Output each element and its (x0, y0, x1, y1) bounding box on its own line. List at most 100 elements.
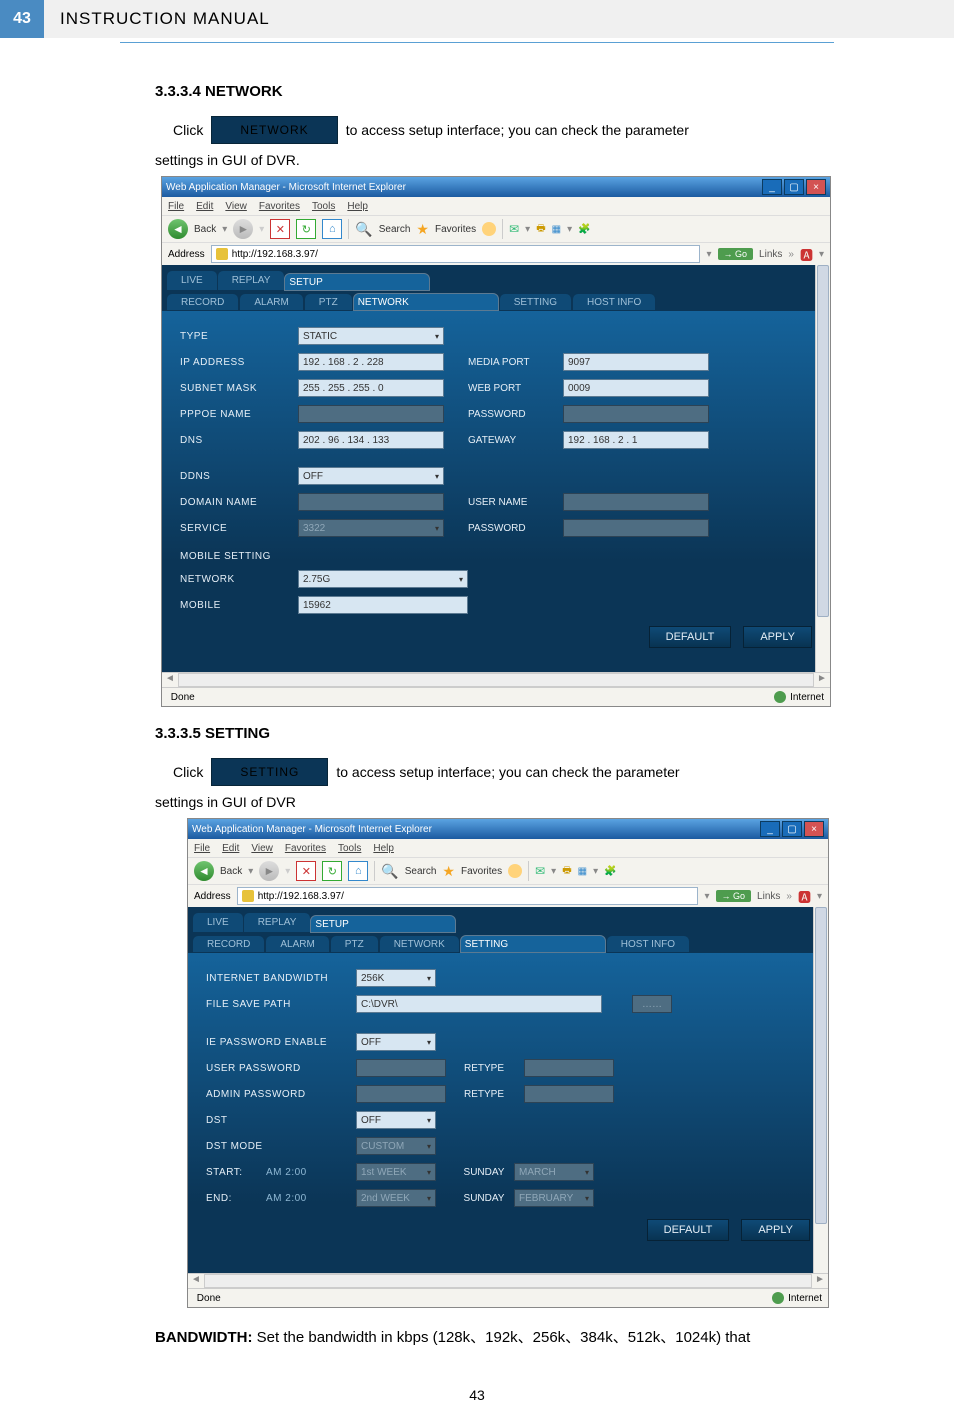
subtab-setting[interactable]: SETTING (499, 293, 572, 311)
subtab-network-2[interactable]: NETWORK (379, 935, 460, 953)
subtab-ptz-2[interactable]: PTZ (330, 935, 379, 953)
default-button-2[interactable]: DEFAULT (647, 1219, 730, 1241)
print-icon-2[interactable]: 🖶 (562, 863, 571, 880)
go-button-2[interactable]: → Go (716, 890, 752, 902)
scrollbar-v-2[interactable] (813, 907, 828, 1273)
messenger-icon-2[interactable]: 🧩 (604, 866, 616, 877)
edit-icon-2[interactable]: ▦ (578, 866, 587, 877)
stop-icon[interactable]: ✕ (270, 219, 290, 239)
menu-file-2[interactable]: File (194, 843, 210, 854)
messenger-icon[interactable]: 🧩 (578, 224, 590, 235)
ddns-select[interactable]: OFF▾ (298, 467, 444, 485)
type-select[interactable]: STATIC▾ (298, 327, 444, 345)
address-field[interactable]: http://192.168.3.97/ (211, 245, 701, 263)
tab-replay[interactable]: REPLAY (217, 270, 286, 291)
end-week-select[interactable]: 2nd WEEK▾ (356, 1189, 436, 1207)
adobe-icon[interactable]: 🅰 (800, 245, 813, 264)
menu-tools-2[interactable]: Tools (338, 843, 361, 854)
history-icon-2[interactable] (508, 864, 522, 878)
apply-button-2[interactable]: APPLY (741, 1219, 810, 1241)
adminpass-input[interactable] (356, 1085, 446, 1103)
favorites-icon-2[interactable]: ★ (442, 863, 455, 880)
bandwidth-select[interactable]: 256K▾ (356, 969, 436, 987)
search-icon-2[interactable]: 🔍 (381, 863, 398, 880)
links-label[interactable]: Links (759, 249, 782, 260)
subtab-hostinfo[interactable]: HOST INFO (572, 293, 656, 311)
links-label-2[interactable]: Links (757, 891, 780, 902)
subtab-ptz[interactable]: PTZ (304, 293, 353, 311)
subtab-alarm-2[interactable]: ALARM (265, 935, 329, 953)
menu-edit-2[interactable]: Edit (222, 843, 239, 854)
password-input[interactable] (563, 405, 709, 423)
setting-button[interactable]: SETTING (211, 758, 328, 786)
menu-edit[interactable]: Edit (196, 201, 213, 212)
default-button[interactable]: DEFAULT (649, 626, 732, 648)
password2-input[interactable] (563, 519, 709, 537)
ip-input[interactable]: 192 . 168 . 2 . 228 (298, 353, 444, 371)
back-icon[interactable]: ◄ (168, 219, 188, 239)
scrollbar-v[interactable] (815, 265, 830, 672)
search-icon[interactable]: 🔍 (355, 221, 372, 238)
tab-setup-2[interactable]: SETUP (310, 915, 456, 933)
tab-live-2[interactable]: LIVE (192, 912, 244, 933)
subtab-network[interactable]: NETWORK (353, 293, 499, 311)
mail-icon-2[interactable]: ✉ (535, 864, 545, 878)
nw-select[interactable]: 2.75G▾ (298, 570, 468, 588)
print-icon[interactable]: 🖶 (536, 221, 545, 238)
pppoe-input[interactable] (298, 405, 444, 423)
retype1-input[interactable] (524, 1059, 614, 1077)
menu-favorites[interactable]: Favorites (259, 201, 300, 212)
subtab-record[interactable]: RECORD (166, 293, 239, 311)
refresh-icon-2[interactable]: ↻ (322, 861, 342, 881)
mediaport-input[interactable]: 9097 (563, 353, 709, 371)
menu-favorites-2[interactable]: Favorites (285, 843, 326, 854)
subtab-record-2[interactable]: RECORD (192, 935, 265, 953)
service-select[interactable]: 3322▾ (298, 519, 444, 537)
tab-replay-2[interactable]: REPLAY (243, 912, 312, 933)
refresh-icon[interactable]: ↻ (296, 219, 316, 239)
close-icon-2[interactable]: × (804, 821, 824, 837)
subtab-setting-2[interactable]: SETTING (460, 935, 606, 953)
address-field-2[interactable]: http://192.168.3.97/ (237, 887, 699, 905)
go-button[interactable]: → Go (718, 248, 754, 260)
retype2-input[interactable] (524, 1085, 614, 1103)
end-month-select[interactable]: FEBRUARY▾ (514, 1189, 594, 1207)
stop-icon-2[interactable]: ✕ (296, 861, 316, 881)
mobile-port-input[interactable]: 15962 (298, 596, 468, 614)
home-icon-2[interactable]: ⌂ (348, 861, 368, 881)
scrollbar-h-2[interactable]: ◄► (188, 1273, 828, 1288)
start-month-select[interactable]: MARCH▾ (514, 1163, 594, 1181)
subtab-hostinfo-2[interactable]: HOST INFO (606, 935, 690, 953)
back-icon-2[interactable]: ◄ (194, 861, 214, 881)
menu-file[interactable]: File (168, 201, 184, 212)
scrollbar-h[interactable]: ◄► (162, 672, 830, 687)
forward-icon[interactable]: ► (233, 219, 253, 239)
minimize-icon-2[interactable]: _ (760, 821, 780, 837)
iepassword-select[interactable]: OFF▾ (356, 1033, 436, 1051)
maximize-icon[interactable]: ▢ (784, 179, 804, 195)
close-icon[interactable]: × (806, 179, 826, 195)
apply-button[interactable]: APPLY (743, 626, 812, 648)
dstmode-select[interactable]: CUSTOM▾ (356, 1137, 436, 1155)
filesave-input[interactable]: C:\DVR\ (356, 995, 602, 1013)
userpass-input[interactable] (356, 1059, 446, 1077)
webport-input[interactable]: 0009 (563, 379, 709, 397)
network-button[interactable]: NETWORK (211, 116, 337, 144)
dst-select[interactable]: OFF▾ (356, 1111, 436, 1129)
home-icon[interactable]: ⌂ (322, 219, 342, 239)
history-icon[interactable] (482, 222, 496, 236)
maximize-icon-2[interactable]: ▢ (782, 821, 802, 837)
tab-live[interactable]: LIVE (166, 270, 218, 291)
edit-icon[interactable]: ▦ (552, 224, 561, 235)
gateway-input[interactable]: 192 . 168 . 2 . 1 (563, 431, 709, 449)
menu-help-2[interactable]: Help (373, 843, 394, 854)
username-input[interactable] (563, 493, 709, 511)
tab-setup[interactable]: SETUP (284, 273, 430, 291)
menu-tools[interactable]: Tools (312, 201, 335, 212)
adobe-icon-2[interactable]: 🅰 (798, 887, 811, 906)
menu-view[interactable]: View (225, 201, 247, 212)
subnet-input[interactable]: 255 . 255 . 255 . 0 (298, 379, 444, 397)
dns-input[interactable]: 202 . 96 . 134 . 133 (298, 431, 444, 449)
start-week-select[interactable]: 1st WEEK▾ (356, 1163, 436, 1181)
subtab-alarm[interactable]: ALARM (239, 293, 303, 311)
